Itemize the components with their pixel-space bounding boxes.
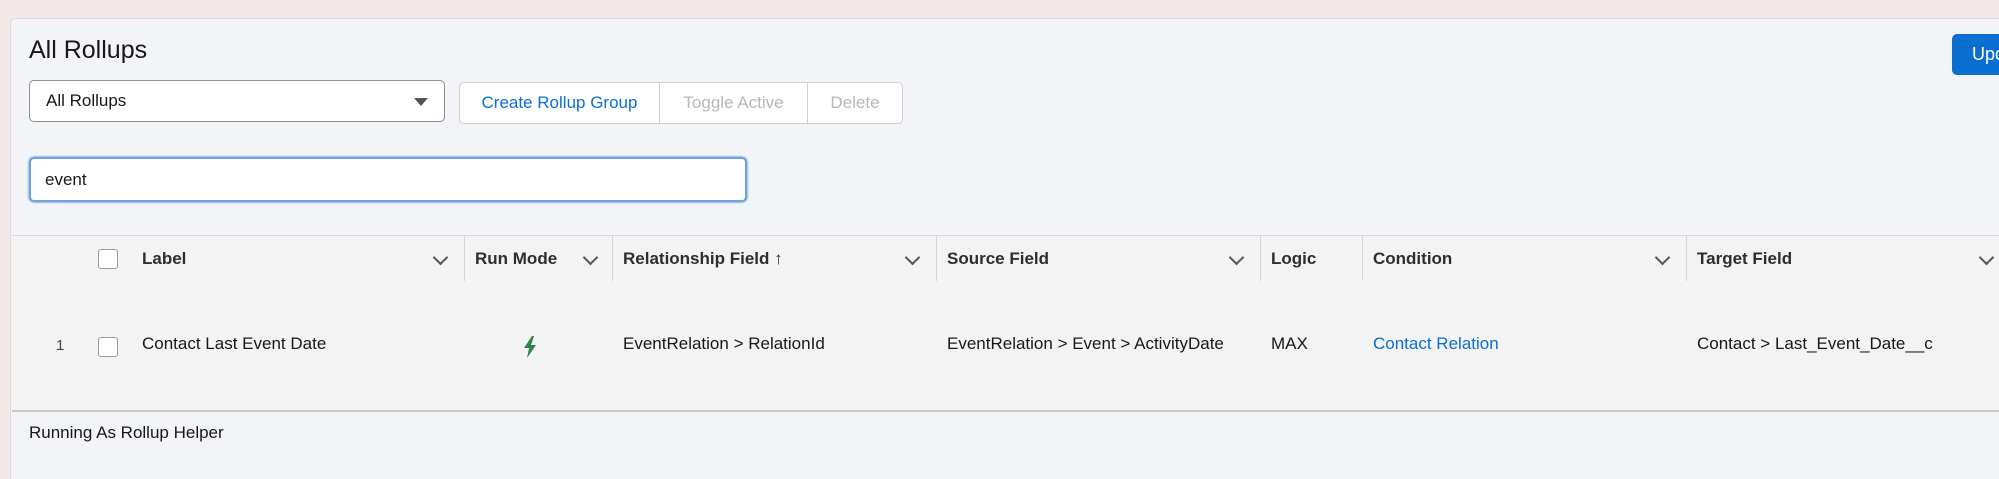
- chevron-down-icon[interactable]: [1978, 249, 1995, 266]
- column-header-logic[interactable]: Logic: [1261, 236, 1363, 282]
- row-number: 1: [56, 337, 65, 354]
- delete-button[interactable]: Delete: [808, 83, 902, 123]
- condition-link[interactable]: Contact Relation: [1373, 334, 1499, 354]
- update-button[interactable]: Upd: [1952, 34, 1999, 75]
- column-header-label[interactable]: Label: [132, 236, 465, 282]
- column-header-condition[interactable]: Condition: [1363, 236, 1687, 282]
- column-header-target-field[interactable]: Target Field: [1687, 236, 1999, 282]
- cell-relationship-field: EventRelation > RelationId: [623, 334, 825, 353]
- table-header: Label Run Mode Relationship Field ↑ Sour…: [12, 235, 1999, 283]
- cell-label: Contact Last Event Date: [142, 334, 327, 353]
- create-rollup-group-button[interactable]: Create Rollup Group: [460, 83, 660, 123]
- search-input[interactable]: [29, 157, 747, 202]
- cell-logic: MAX: [1271, 334, 1308, 353]
- lightning-bolt-icon: [524, 336, 536, 358]
- table-row: 1 Contact Last Event Date EventRelation …: [12, 281, 1999, 412]
- chevron-down-icon[interactable]: [582, 249, 599, 266]
- rollup-filter-select[interactable]: All Rollups: [29, 80, 445, 122]
- toggle-active-button[interactable]: Toggle Active: [660, 83, 808, 123]
- row-checkbox[interactable]: [98, 337, 118, 357]
- chevron-down-icon[interactable]: [432, 249, 449, 266]
- caret-down-icon: [414, 98, 428, 106]
- cell-target-field: Contact > Last_Event_Date__c: [1697, 334, 1933, 353]
- select-all-checkbox[interactable]: [98, 249, 118, 269]
- page-title: All Rollups: [29, 36, 148, 64]
- column-header-relationship-field[interactable]: Relationship Field ↑: [613, 236, 937, 282]
- running-as-text: Running As Rollup Helper: [29, 423, 224, 442]
- action-button-group: Create Rollup Group Toggle Active Delete: [459, 82, 903, 124]
- column-header-run-mode[interactable]: Run Mode: [465, 236, 613, 282]
- rollup-filter-value: All Rollups: [46, 91, 127, 110]
- column-header-source-field[interactable]: Source Field: [937, 236, 1261, 282]
- chevron-down-icon[interactable]: [904, 249, 921, 266]
- cell-source-field: EventRelation > Event > ActivityDate: [947, 334, 1224, 353]
- chevron-down-icon[interactable]: [1654, 249, 1671, 266]
- chevron-down-icon[interactable]: [1228, 249, 1245, 266]
